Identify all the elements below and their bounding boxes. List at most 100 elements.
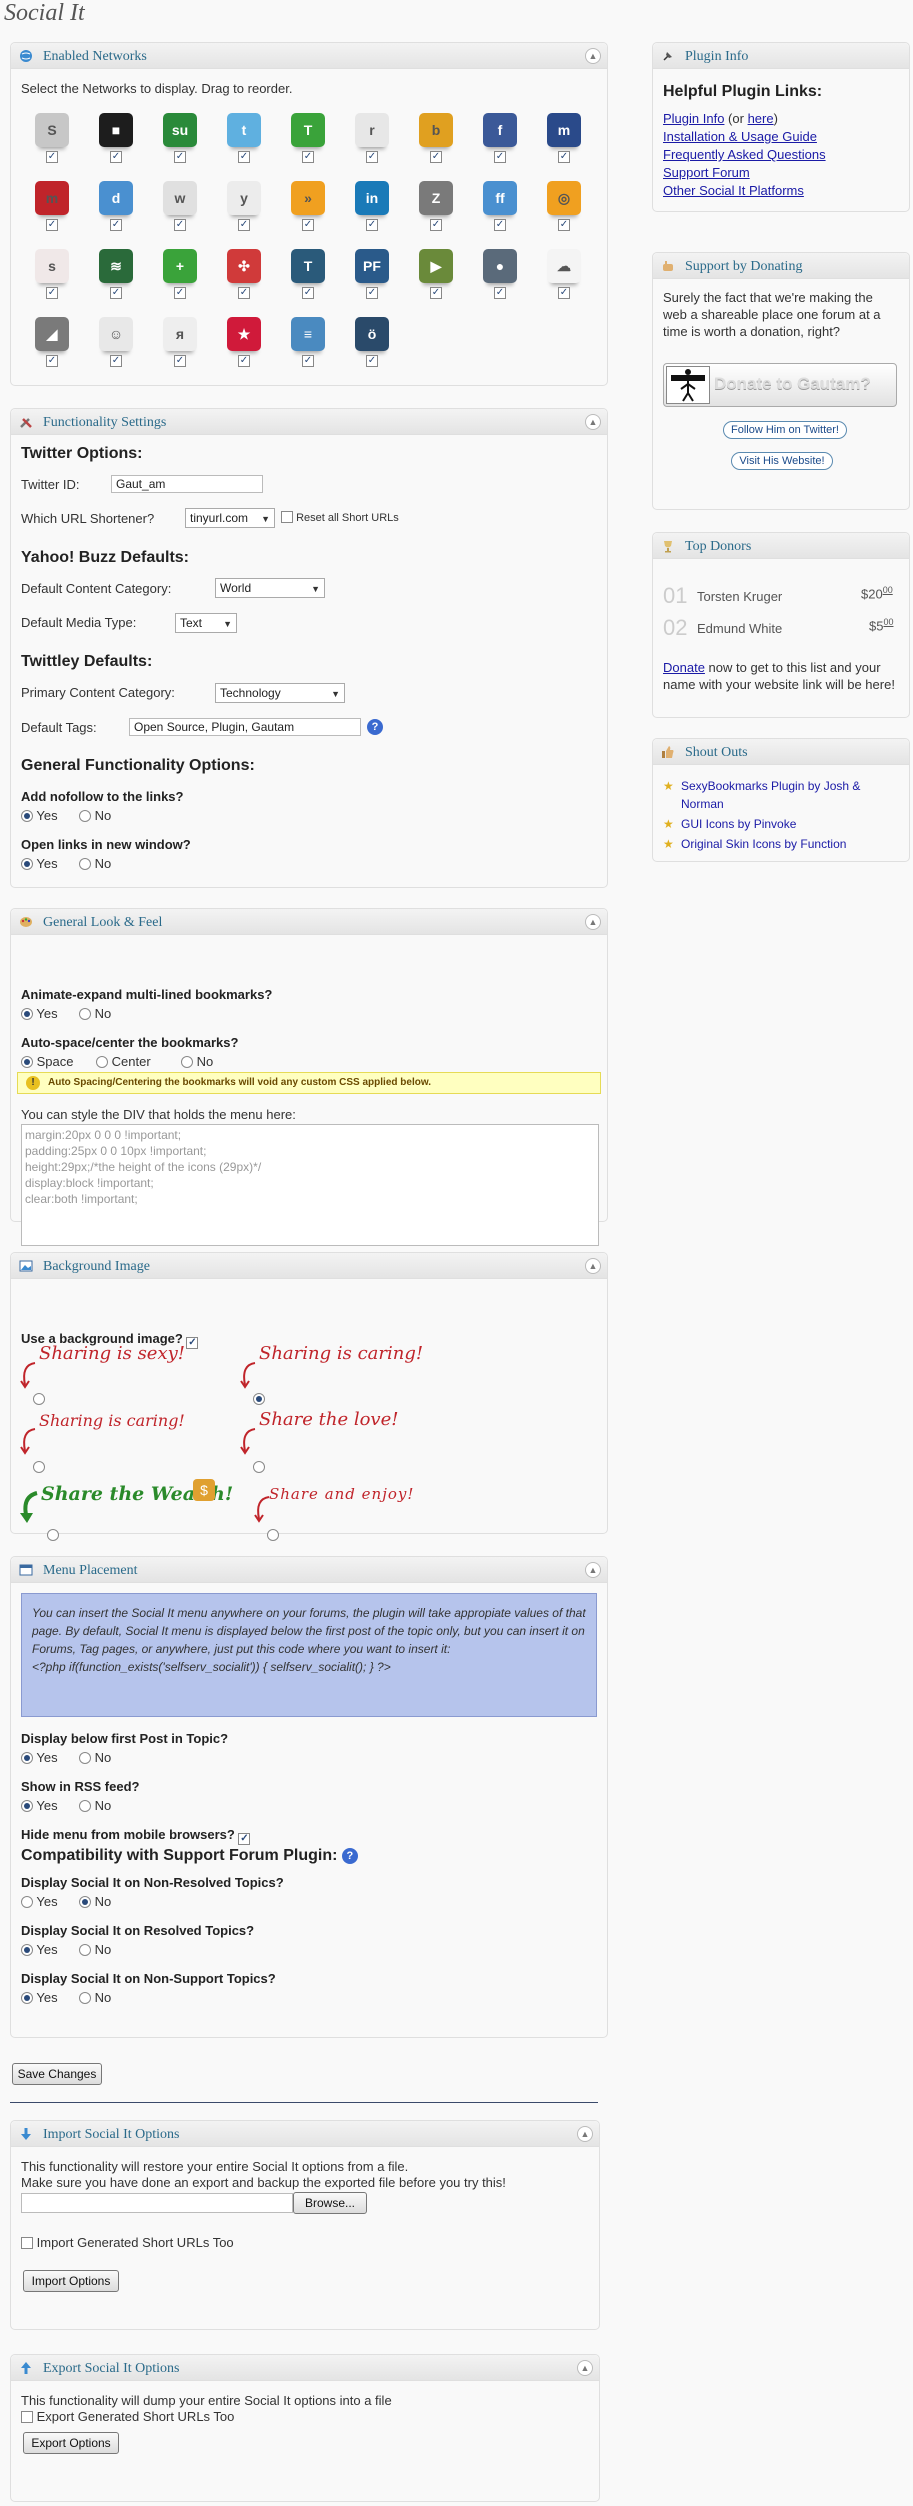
bg-option-5-radio[interactable]: [47, 1527, 59, 1542]
here-link[interactable]: here: [748, 111, 774, 126]
friendfeed-icon[interactable]: ff: [483, 181, 517, 215]
visit-website-button[interactable]: Visit His Website!: [731, 452, 833, 470]
animate-no-option[interactable]: No: [79, 1006, 111, 1021]
radio-selected[interactable]: [21, 1944, 33, 1956]
browse-button[interactable]: Browse...: [293, 2192, 367, 2214]
toggle-arrow-icon[interactable]: ▲: [585, 1562, 601, 1578]
resolved-no-option[interactable]: No: [79, 1942, 111, 1957]
orkut-icon[interactable]: ö: [355, 317, 389, 351]
yahoo-checkbox[interactable]: ✓: [238, 219, 250, 231]
myspace-checkbox[interactable]: ✓: [558, 151, 570, 163]
resolved-yes-option[interactable]: Yes: [21, 1942, 58, 1957]
new-window-no-option[interactable]: No: [79, 856, 111, 871]
tumblr-checkbox[interactable]: ✓: [302, 287, 314, 299]
toggle-arrow-icon[interactable]: ▲: [585, 414, 601, 430]
radio-selected[interactable]: [79, 1896, 91, 1908]
hyves-icon[interactable]: ☺: [99, 317, 133, 351]
radio-unselected[interactable]: [79, 810, 91, 822]
myspace-icon[interactable]: m: [547, 113, 581, 147]
radio-unselected[interactable]: [79, 1008, 91, 1020]
twitter-checkbox[interactable]: ✓: [238, 151, 250, 163]
bg-option-3-radio[interactable]: [33, 1459, 45, 1474]
export-short-urls-option[interactable]: Export Generated Short URLs Too: [21, 2409, 234, 2424]
yandex-icon[interactable]: я: [163, 317, 197, 351]
reddit-checkbox[interactable]: ✓: [366, 151, 378, 163]
tumblr-icon[interactable]: T: [291, 249, 325, 283]
center-option[interactable]: Center: [96, 1054, 151, 1069]
blogger-icon[interactable]: ≡: [291, 317, 325, 351]
yandex-checkbox[interactable]: ✓: [174, 355, 186, 367]
default-tags-input[interactable]: Open Source, Plugin, Gautam: [129, 718, 361, 736]
radio-selected[interactable]: [21, 1800, 33, 1812]
import-options-button[interactable]: Import Options: [23, 2270, 119, 2292]
import-file-input[interactable]: [21, 2193, 293, 2213]
slashdot-checkbox[interactable]: ✓: [46, 355, 58, 367]
animate-yes-option[interactable]: Yes: [21, 1006, 58, 1021]
radio-unselected[interactable]: [267, 1529, 279, 1541]
radio-unselected[interactable]: [21, 1896, 33, 1908]
scribd-icon[interactable]: s: [35, 249, 69, 283]
use-background-checkbox[interactable]: ✓: [186, 1337, 199, 1349]
linkedin-checkbox[interactable]: ✓: [366, 219, 378, 231]
propeller-icon[interactable]: ◎: [547, 181, 581, 215]
nofollow-yes-option[interactable]: Yes: [21, 808, 58, 823]
other-platforms-link[interactable]: Other Social It Platforms: [663, 183, 804, 198]
toggle-arrow-icon[interactable]: ▲: [577, 2126, 593, 2142]
non-resolved-yes-option[interactable]: Yes: [21, 1894, 58, 1909]
radio-unselected[interactable]: [79, 1992, 91, 2004]
shout-out-item[interactable]: ★ GUI Icons by Pinvoke: [663, 815, 899, 833]
propeller-checkbox[interactable]: ✓: [558, 219, 570, 231]
non-support-yes-option[interactable]: Yes: [21, 1990, 58, 2005]
stumbleupon-checkbox[interactable]: ✓: [174, 151, 186, 163]
linkedin-icon[interactable]: in: [355, 181, 389, 215]
blogger-checkbox[interactable]: ✓: [302, 355, 314, 367]
radio-unselected[interactable]: [79, 1944, 91, 1956]
radio-unselected[interactable]: [79, 1800, 91, 1812]
non-resolved-no-option[interactable]: No: [79, 1894, 111, 1909]
blinklist-checkbox[interactable]: ✓: [110, 151, 122, 163]
dzone-checkbox[interactable]: ✓: [110, 219, 122, 231]
bg-option-1-radio[interactable]: [33, 1391, 45, 1406]
misterwong-star-checkbox[interactable]: ✓: [238, 355, 250, 367]
reddit-icon[interactable]: r: [355, 113, 389, 147]
technorati-icon[interactable]: T: [291, 113, 325, 147]
facebook-icon[interactable]: f: [483, 113, 517, 147]
slashdot-icon[interactable]: ◢: [35, 317, 69, 351]
yahoo-buzz-checkbox[interactable]: ✓: [366, 287, 378, 299]
faq-link[interactable]: Frequently Asked Questions: [663, 147, 826, 162]
scriptstyle-icon[interactable]: S: [35, 113, 69, 147]
orkut-checkbox[interactable]: ✓: [366, 355, 378, 367]
blinklist-icon[interactable]: ■: [99, 113, 133, 147]
jumptags-icon[interactable]: ▶: [419, 249, 453, 283]
save-changes-button[interactable]: Save Changes: [12, 2063, 102, 2085]
follow-twitter-button[interactable]: Follow Him on Twitter!: [723, 421, 847, 439]
ekudos-icon[interactable]: ≋: [99, 249, 133, 283]
radio-unselected[interactable]: [33, 1393, 45, 1405]
new-window-yes-option[interactable]: Yes: [21, 856, 58, 871]
shout-out-item[interactable]: ★ Original Skin Icons by Function: [663, 835, 899, 853]
friendfeed-checkbox[interactable]: ✓: [494, 219, 506, 231]
url-shortener-select[interactable]: tinyurl.com ▼: [185, 508, 275, 528]
import-short-urls-checkbox[interactable]: [21, 2237, 33, 2249]
below-first-no-option[interactable]: No: [79, 1750, 111, 1765]
radio-unselected[interactable]: [79, 858, 91, 870]
plurk-icon[interactable]: ●: [483, 249, 517, 283]
dzone-icon[interactable]: d: [99, 181, 133, 215]
diigo-checkbox[interactable]: ✓: [558, 287, 570, 299]
radio-selected[interactable]: [253, 1393, 265, 1405]
radio-selected[interactable]: [21, 1992, 33, 2004]
radio-selected[interactable]: [21, 858, 33, 870]
twitter-id-input[interactable]: Gaut_am: [111, 475, 263, 493]
help-icon[interactable]: ?: [367, 719, 383, 735]
radio-selected[interactable]: [21, 1056, 33, 1068]
misterwong-checkbox[interactable]: ✓: [174, 287, 186, 299]
toggle-arrow-icon[interactable]: ▲: [585, 48, 601, 64]
space-option[interactable]: Space: [21, 1054, 74, 1069]
scribd-checkbox[interactable]: ✓: [46, 287, 58, 299]
help-icon[interactable]: ?: [341, 1848, 358, 1864]
yahoo-icon[interactable]: y: [227, 181, 261, 215]
bg-option-4-radio[interactable]: [253, 1459, 265, 1474]
radio-unselected[interactable]: [253, 1461, 265, 1473]
jumptags-checkbox[interactable]: ✓: [430, 287, 442, 299]
designbump-icon[interactable]: b: [419, 113, 453, 147]
